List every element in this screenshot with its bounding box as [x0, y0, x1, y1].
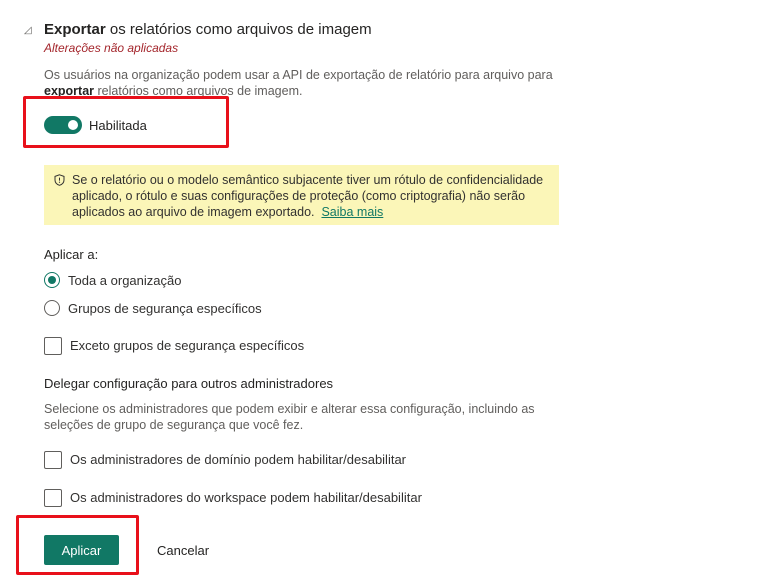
- warning-text: Se o relatório ou o modelo semântico sub…: [72, 173, 544, 219]
- radio-label-specific-security-groups: Grupos de segurança específicos: [68, 301, 262, 316]
- cancel-button[interactable]: Cancelar: [145, 535, 221, 565]
- enable-toggle[interactable]: [44, 116, 82, 134]
- delegate-description: Selecione os administradores que podem e…: [44, 402, 535, 432]
- collapse-caret-icon[interactable]: ◿: [24, 25, 32, 36]
- radio-entire-organization[interactable]: [44, 272, 60, 288]
- toggle-label: Habilitada: [89, 118, 147, 133]
- setting-description: Os usuários na organização podem usar a …: [44, 68, 553, 98]
- apply-button[interactable]: Aplicar: [44, 535, 119, 565]
- unsaved-changes-status: Alterações não aplicadas: [44, 41, 179, 55]
- workspace-admins-checkbox[interactable]: [44, 489, 62, 507]
- except-groups-label: Exceto grupos de segurança específicos: [70, 338, 305, 353]
- sensitivity-warning-banner: Se o relatório ou o modelo semântico sub…: [44, 165, 559, 225]
- radio-label-entire-organization: Toda a organização: [68, 273, 182, 288]
- radio-specific-security-groups[interactable]: [44, 300, 60, 316]
- workspace-admins-label: Os administradores do workspace podem ha…: [70, 490, 422, 505]
- setting-title: Exportar os relatórios como arquivos de …: [44, 21, 372, 38]
- domain-admins-label: Os administradores de domínio podem habi…: [70, 452, 407, 467]
- except-groups-checkbox[interactable]: [44, 337, 62, 355]
- shield-icon: [54, 174, 65, 186]
- toggle-knob: [68, 120, 78, 130]
- learn-more-link[interactable]: Saiba mais: [321, 205, 383, 219]
- apply-to-label: Aplicar a:: [44, 247, 99, 262]
- delegate-title: Delegar configuração para outros adminis…: [44, 376, 334, 391]
- domain-admins-checkbox[interactable]: [44, 451, 62, 469]
